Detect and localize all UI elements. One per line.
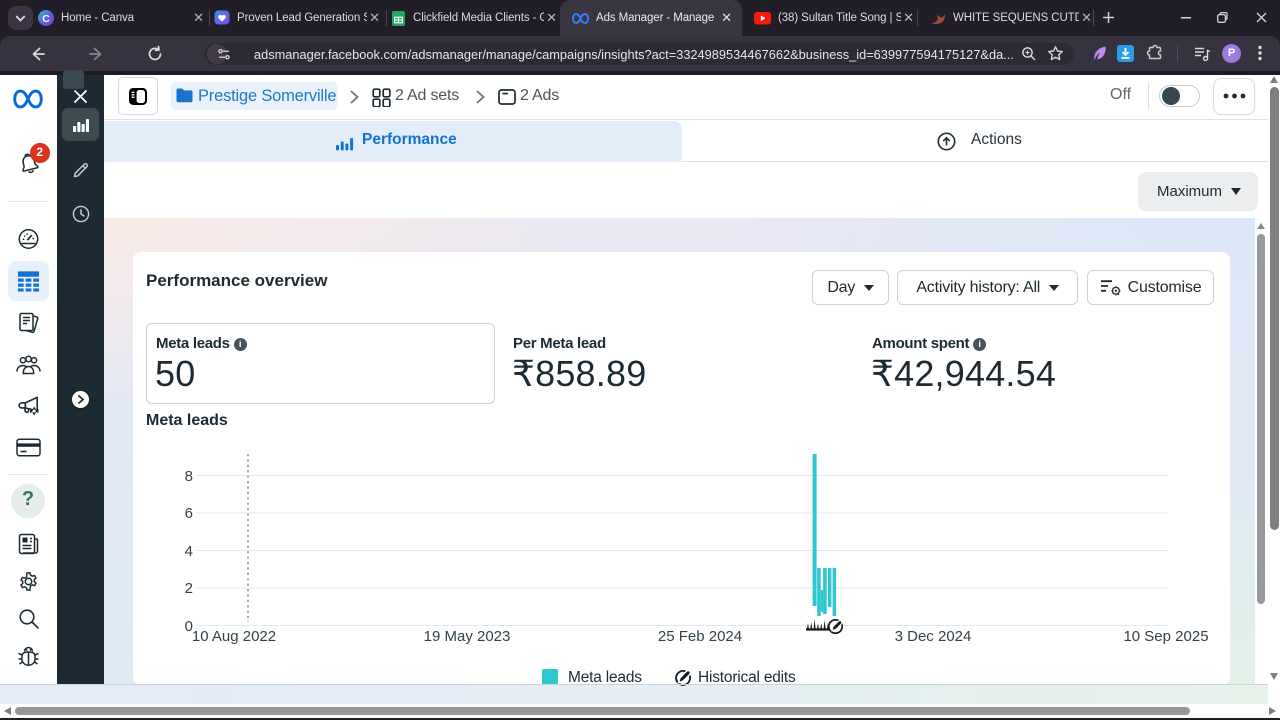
svg-text:C: C: [42, 13, 50, 25]
